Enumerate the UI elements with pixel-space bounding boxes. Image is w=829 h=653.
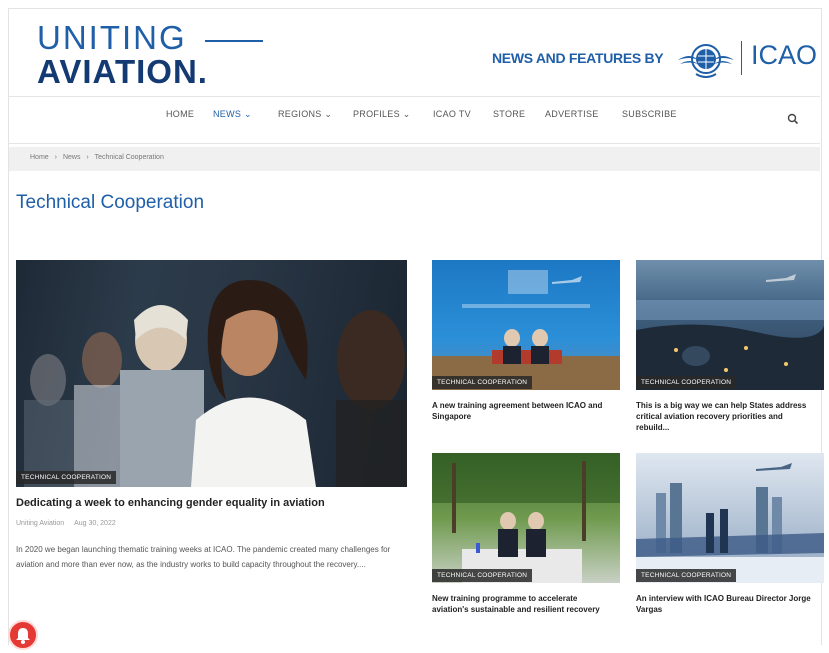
breadcrumb-home[interactable]: Home bbox=[30, 154, 49, 161]
card-title-3[interactable]: New training programme to accelerate avi… bbox=[432, 593, 616, 615]
card-title-2[interactable]: This is a big way we can help States add… bbox=[636, 400, 816, 433]
nav-active-indicator bbox=[205, 40, 263, 42]
breadcrumb-news[interactable]: News bbox=[63, 154, 81, 161]
card-2-illustration bbox=[636, 274, 824, 390]
featured-photo-illustration bbox=[16, 260, 407, 487]
card-image-2[interactable]: TECHNICAL COOPERATION bbox=[636, 260, 824, 390]
breadcrumb-separator: › bbox=[86, 154, 89, 161]
card-1-illustration bbox=[432, 270, 620, 390]
icao-wordmark: ICAO bbox=[751, 40, 818, 70]
card-4-illustration bbox=[636, 463, 824, 583]
bell-icon bbox=[16, 628, 30, 644]
article-date: Aug 30, 2022 bbox=[74, 520, 116, 527]
nav-profiles-label: PROFILES bbox=[353, 109, 400, 119]
featured-article-meta: Uniting Aviation Aug 30, 2022 bbox=[16, 520, 116, 527]
featured-article-excerpt: In 2020 we began launching thematic trai… bbox=[16, 545, 391, 569]
breadcrumb-separator: › bbox=[54, 154, 57, 161]
breadcrumb-current: Technical Cooperation bbox=[94, 154, 164, 161]
nav-regions[interactable]: REGIONS ⌄ bbox=[278, 109, 332, 120]
nav-news[interactable]: NEWS ⌄ bbox=[213, 109, 252, 120]
card-image-4[interactable]: TECHNICAL COOPERATION bbox=[636, 453, 824, 583]
page-title: Technical Cooperation bbox=[16, 192, 205, 213]
main-nav bbox=[9, 96, 820, 144]
category-badge[interactable]: TECHNICAL COOPERATION bbox=[432, 376, 533, 389]
chevron-down-icon: ⌄ bbox=[244, 109, 252, 119]
breadcrumb: Home › News › Technical Cooperation bbox=[30, 154, 164, 161]
card-image-1[interactable]: TECHNICAL COOPERATION bbox=[432, 260, 620, 390]
search-icon[interactable] bbox=[787, 113, 799, 125]
nav-regions-label: REGIONS bbox=[278, 109, 322, 119]
card-3-illustration bbox=[432, 453, 620, 583]
nav-advertise[interactable]: ADVERTISE bbox=[545, 109, 599, 119]
article-author[interactable]: Uniting Aviation bbox=[16, 520, 64, 527]
notification-bell-button[interactable] bbox=[8, 620, 38, 650]
nav-profiles[interactable]: PROFILES ⌄ bbox=[353, 109, 411, 120]
category-badge[interactable]: TECHNICAL COOPERATION bbox=[432, 569, 533, 582]
nav-news-label: NEWS bbox=[213, 109, 242, 119]
nav-subscribe[interactable]: SUBSCRIBE bbox=[622, 109, 677, 119]
site-logo-line2[interactable]: AVIATION. bbox=[37, 55, 208, 88]
nav-store[interactable]: STORE bbox=[493, 109, 525, 119]
nav-icao-tv[interactable]: ICAO TV bbox=[433, 109, 471, 119]
category-badge[interactable]: TECHNICAL COOPERATION bbox=[636, 376, 737, 389]
nav-home[interactable]: HOME bbox=[166, 109, 194, 119]
featured-article-title[interactable]: Dedicating a week to enhancing gender eq… bbox=[16, 497, 325, 509]
chevron-down-icon: ⌄ bbox=[324, 109, 333, 119]
site-logo-line1[interactable]: UNITING bbox=[37, 21, 187, 54]
card-image-3[interactable]: TECHNICAL COOPERATION bbox=[432, 453, 620, 583]
category-badge[interactable]: TECHNICAL COOPERATION bbox=[16, 471, 117, 484]
icao-divider bbox=[741, 41, 742, 75]
icao-emblem-icon bbox=[678, 44, 734, 78]
featured-article-image[interactable]: TECHNICAL COOPERATION bbox=[16, 260, 407, 487]
news-and-features-label: NEWS AND FEATURES BY bbox=[492, 50, 664, 66]
card-title-4[interactable]: An interview with ICAO Bureau Director J… bbox=[636, 593, 820, 615]
category-badge[interactable]: TECHNICAL COOPERATION bbox=[636, 569, 737, 582]
card-title-1[interactable]: A new training agreement between ICAO an… bbox=[432, 400, 612, 422]
chevron-down-icon: ⌄ bbox=[402, 109, 411, 119]
